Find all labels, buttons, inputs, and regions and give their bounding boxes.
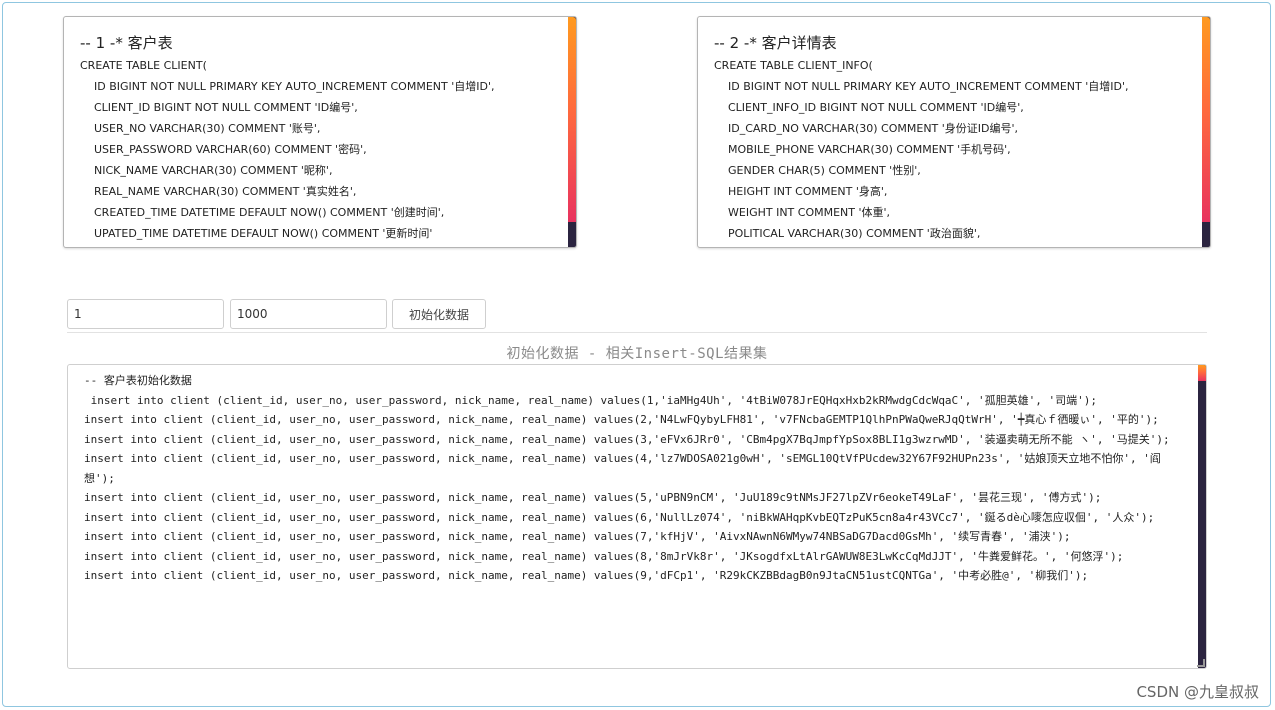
schema-column-line: UPATED_TIME DATETIME DEFAULT NOW() COMME… — [94, 227, 433, 240]
schema-column-line: HEIGHT INT COMMENT '身高', — [728, 185, 888, 198]
watermark: CSDN @九皇叔叔 — [1136, 683, 1259, 701]
schema-column-line: USER_PASSWORD VARCHAR(60) COMMENT '密码', — [94, 143, 367, 156]
client-info-schema-text[interactable]: -- 2 -* 客户详情表 CREATE TABLE CLIENT_INFO( … — [714, 35, 1196, 247]
result-scrollbar[interactable] — [1198, 365, 1206, 668]
result-title: 初始化数据 - 相关Insert-SQL结果集 — [506, 346, 768, 362]
schema-column-line: CLIENT_ID BIGINT NOT NULL COMMENT 'ID编号'… — [94, 101, 358, 114]
client-info-schema-title: -- 2 -* 客户详情表 — [714, 35, 837, 52]
schema-column-line: CREATED_TIME DATETIME DEFAULT NOW() COMM… — [94, 206, 445, 219]
scrollbar-thumb[interactable] — [568, 17, 576, 222]
schema-column-line: WEIGHT INT COMMENT '体重', — [728, 206, 891, 219]
schema-column-line: REAL_NAME VARCHAR(30) COMMENT '真实姓名', — [94, 185, 357, 198]
divider — [67, 332, 1207, 333]
client-schema-text[interactable]: -- 1 -* 客户表 CREATE TABLE CLIENT( ID BIGI… — [80, 35, 562, 247]
client-schema-title: -- 1 -* 客户表 — [80, 35, 173, 52]
client-schema-scrollbar[interactable] — [568, 17, 576, 247]
client-info-schema-create: CREATE TABLE CLIENT_INFO( — [714, 59, 873, 72]
resize-grip-icon[interactable] — [1197, 659, 1205, 667]
client-info-schema-scrollbar[interactable] — [1202, 17, 1210, 247]
init-data-button[interactable]: 初始化数据 — [392, 299, 486, 329]
schema-column-line: ID BIGINT NOT NULL PRIMARY KEY AUTO_INCR… — [94, 80, 495, 93]
client-schema-panel[interactable]: -- 1 -* 客户表 CREATE TABLE CLIENT( ID BIGI… — [63, 16, 577, 248]
schema-column-line: NICK_NAME VARCHAR(30) COMMENT '昵称', — [94, 164, 333, 177]
end-id-input[interactable] — [230, 299, 387, 329]
schema-column-line: ID_CARD_NO VARCHAR(30) COMMENT '身份证ID编号'… — [728, 122, 1019, 135]
client-info-schema-panel[interactable]: -- 2 -* 客户详情表 CREATE TABLE CLIENT_INFO( … — [697, 16, 1211, 248]
scrollbar-thumb[interactable] — [1202, 17, 1210, 222]
schema-column-line: USER_NO VARCHAR(30) COMMENT '账号', — [94, 122, 321, 135]
schema-column-line: ID BIGINT NOT NULL PRIMARY KEY AUTO_INCR… — [728, 80, 1129, 93]
schema-column-line: CLIENT_INFO_ID BIGINT NOT NULL COMMENT '… — [728, 101, 1024, 114]
schema-column-line: MOBILE_PHONE VARCHAR(30) COMMENT '手机号码', — [728, 143, 1011, 156]
schema-column-line: GENDER CHAR(5) COMMENT '性别', — [728, 164, 921, 177]
schema-column-line: POLITICAL VARCHAR(30) COMMENT '政治面貌', — [728, 227, 981, 240]
start-id-input[interactable] — [67, 299, 224, 329]
result-sql-panel[interactable]: -- 客户表初始化数据 insert into client (client_i… — [67, 364, 1207, 669]
client-schema-create: CREATE TABLE CLIENT( — [80, 59, 207, 72]
result-sql-text[interactable]: -- 客户表初始化数据 insert into client (client_i… — [84, 371, 1179, 668]
scrollbar-thumb[interactable] — [1198, 365, 1206, 381]
